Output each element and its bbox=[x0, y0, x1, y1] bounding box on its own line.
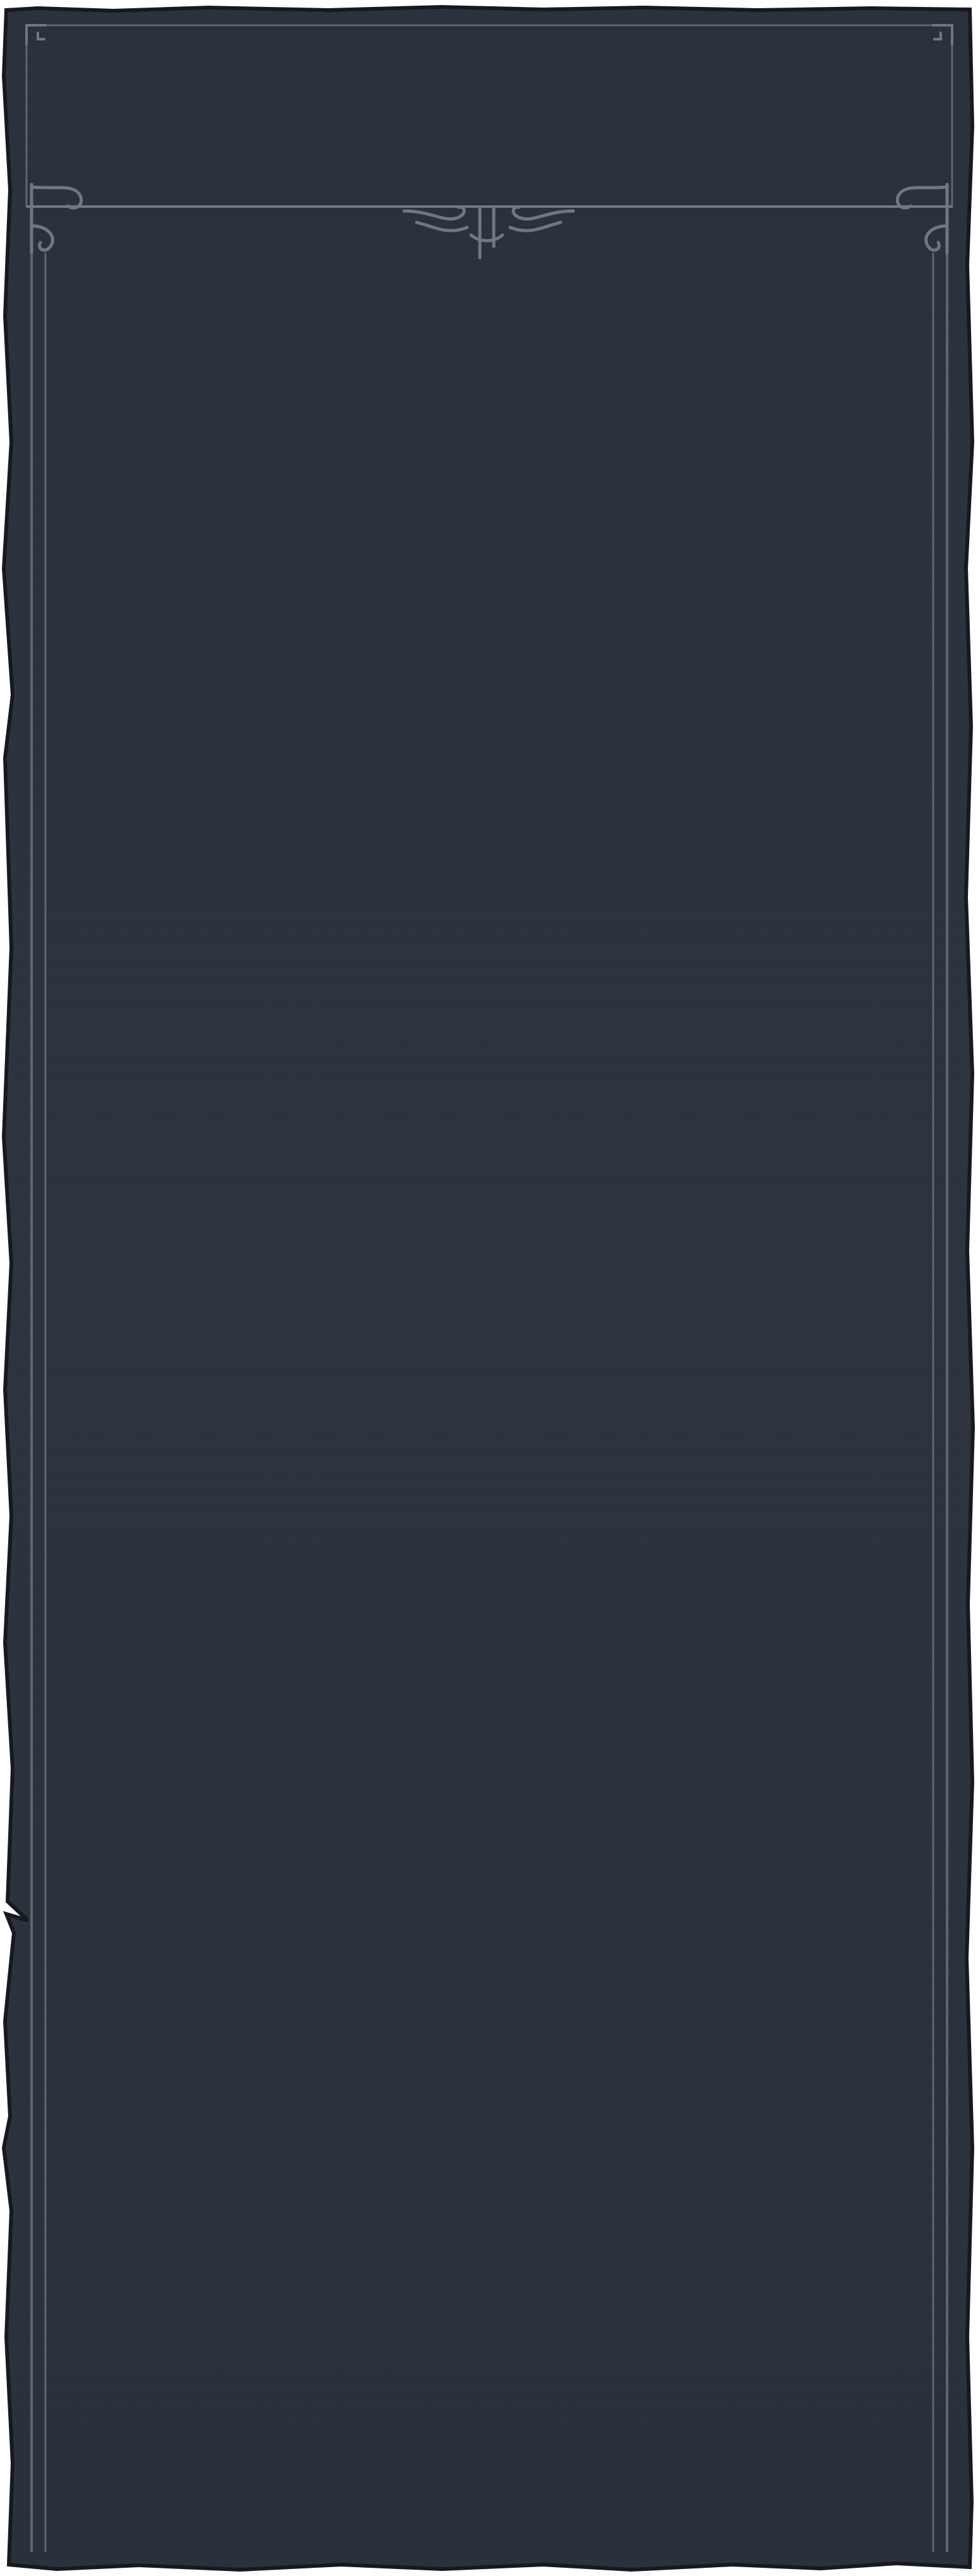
scroll-panel-stage bbox=[0, 0, 978, 2576]
scroll-panel-graphic bbox=[1, 4, 975, 2572]
paper-texture bbox=[15, 14, 962, 2560]
